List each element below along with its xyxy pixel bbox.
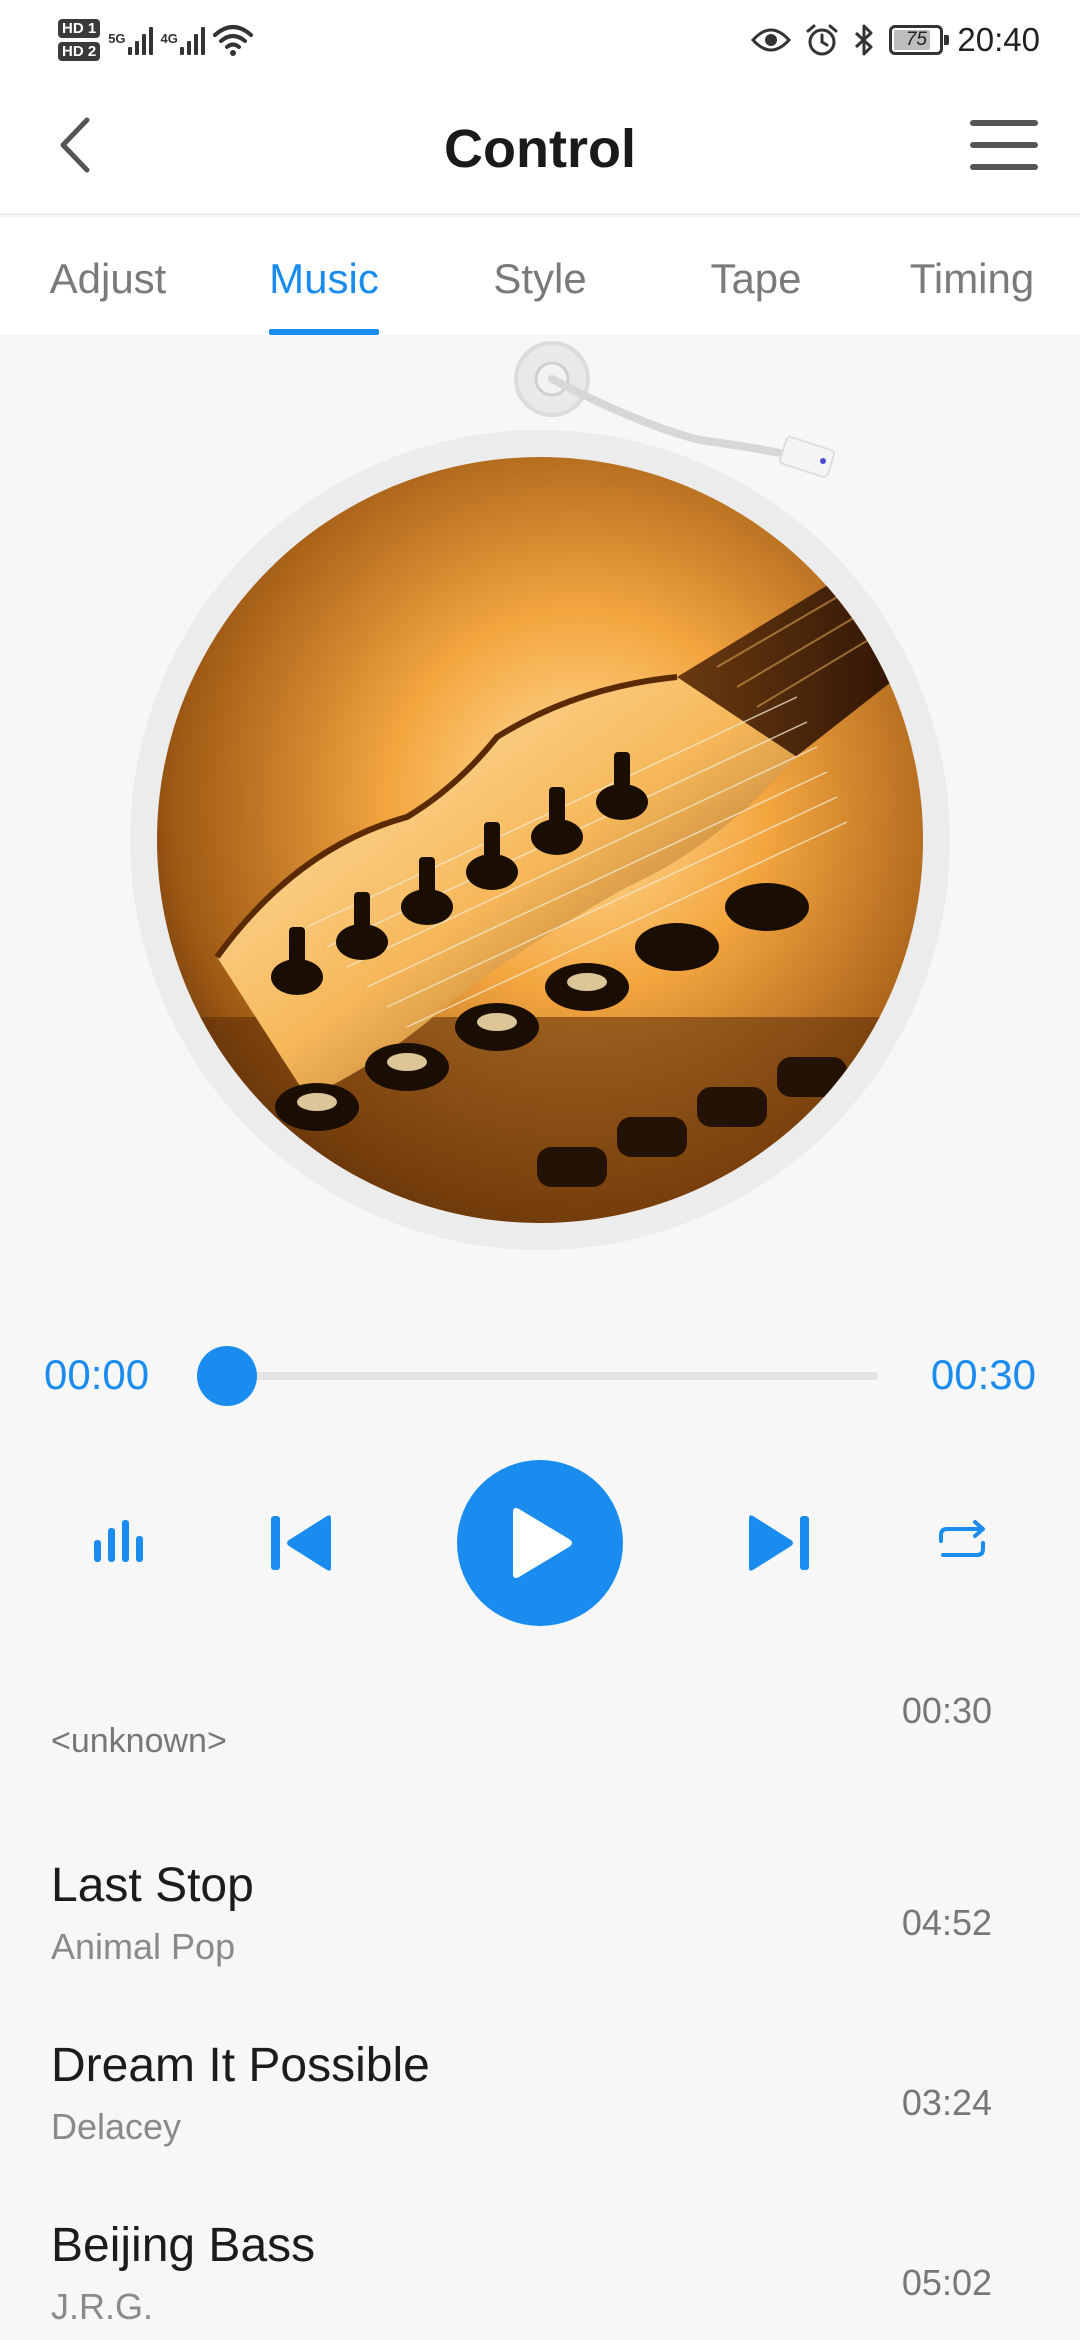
bluetooth-icon [855, 24, 873, 56]
alarm-icon [806, 24, 838, 56]
repeat-icon [939, 1520, 985, 1557]
tab-bar: Adjust Music Style Tape Timing [0, 217, 1080, 335]
signal-icon [179, 25, 205, 55]
turntable [0, 335, 1080, 1335]
status-right: 75 20:40 [751, 10, 1040, 70]
sim1-network-label: 5G [108, 31, 126, 46]
tab-label: Adjust [49, 255, 167, 302]
song-artist: Delacey [51, 2106, 182, 2147]
status-left: HD 1 HD 2 5G 4G [58, 10, 253, 70]
song-title: Last Stop [51, 1859, 254, 1912]
sim-badges: HD 1 HD 2 [58, 19, 101, 61]
page-title: Control [444, 119, 636, 179]
song-title: <unknown> [51, 1722, 227, 1760]
tab-adjust[interactable]: Adjust [0, 217, 216, 335]
playback-progress: 00:00 00:30 [0, 1335, 1080, 1415]
previous-track-icon [271, 1515, 331, 1571]
song-artist: J.R.G. [51, 2286, 154, 2327]
song-title: Beijing Bass [51, 2219, 316, 2272]
sim2-badge: HD 2 [58, 42, 101, 61]
total-time: 00:30 [930, 1351, 1036, 1398]
tonearm-icon [514, 341, 836, 478]
tab-tape[interactable]: Tape [648, 217, 864, 335]
play-icon [513, 1508, 572, 1578]
app-header: Control [0, 80, 1080, 215]
guitar-headstock-image [157, 457, 923, 1223]
list-item[interactable]: <unknown> 00:30 [0, 1660, 1080, 1810]
next-track-button[interactable] [738, 1508, 818, 1578]
equalizer-button[interactable] [78, 1510, 158, 1574]
tab-music[interactable]: Music [216, 217, 432, 335]
sim1-badge: HD 1 [58, 19, 101, 38]
previous-track-button[interactable] [262, 1508, 342, 1578]
progress-thumb[interactable] [197, 1346, 257, 1406]
eye-icon [751, 28, 792, 52]
tab-label: Style [493, 255, 587, 302]
tab-timing[interactable]: Timing [864, 217, 1080, 335]
hamburger-menu-icon[interactable] [968, 114, 1040, 176]
equalizer-icon [94, 1520, 143, 1562]
sim1-signal: 5G [108, 25, 153, 55]
tab-label: Tape [710, 255, 802, 302]
playlist: <unknown> 00:30 Last Stop Animal Pop 04:… [0, 1660, 1080, 2340]
tab-label: Timing [909, 255, 1035, 302]
song-duration: 04:52 [901, 1902, 992, 1943]
status-bar: HD 1 HD 2 5G 4G 75 20:40 [0, 0, 1080, 80]
tab-style[interactable]: Style [432, 217, 648, 335]
song-duration: 05:02 [901, 2262, 992, 2303]
status-time: 20:40 [957, 21, 1040, 58]
sim2-network-label: 4G [160, 31, 178, 46]
repeat-button[interactable] [922, 1510, 1002, 1574]
progress-track[interactable] [228, 1372, 878, 1380]
song-artist: Animal Pop [51, 1926, 236, 1967]
playback-controls [0, 1460, 1080, 1626]
song-title: Dream It Possible [51, 2039, 430, 2092]
battery-level: 75 [905, 29, 927, 50]
list-item[interactable]: Dream It Possible Delacey 03:24 [0, 1990, 1080, 2170]
song-duration: 00:30 [901, 1690, 992, 1731]
list-item[interactable]: Beijing Bass J.R.G. 05:02 [0, 2170, 1080, 2340]
current-time: 00:00 [44, 1351, 150, 1398]
play-button[interactable] [457, 1460, 623, 1626]
song-duration: 03:24 [901, 2082, 992, 2123]
album-cover [157, 457, 923, 1223]
signal-icon [127, 25, 153, 55]
wifi-icon [212, 25, 253, 56]
sim2-signal: 4G [161, 25, 205, 55]
tab-label: Music [269, 255, 379, 302]
list-item[interactable]: Last Stop Animal Pop 04:52 [0, 1810, 1080, 1990]
battery-icon: 75 [889, 25, 950, 55]
next-track-icon [749, 1515, 809, 1571]
